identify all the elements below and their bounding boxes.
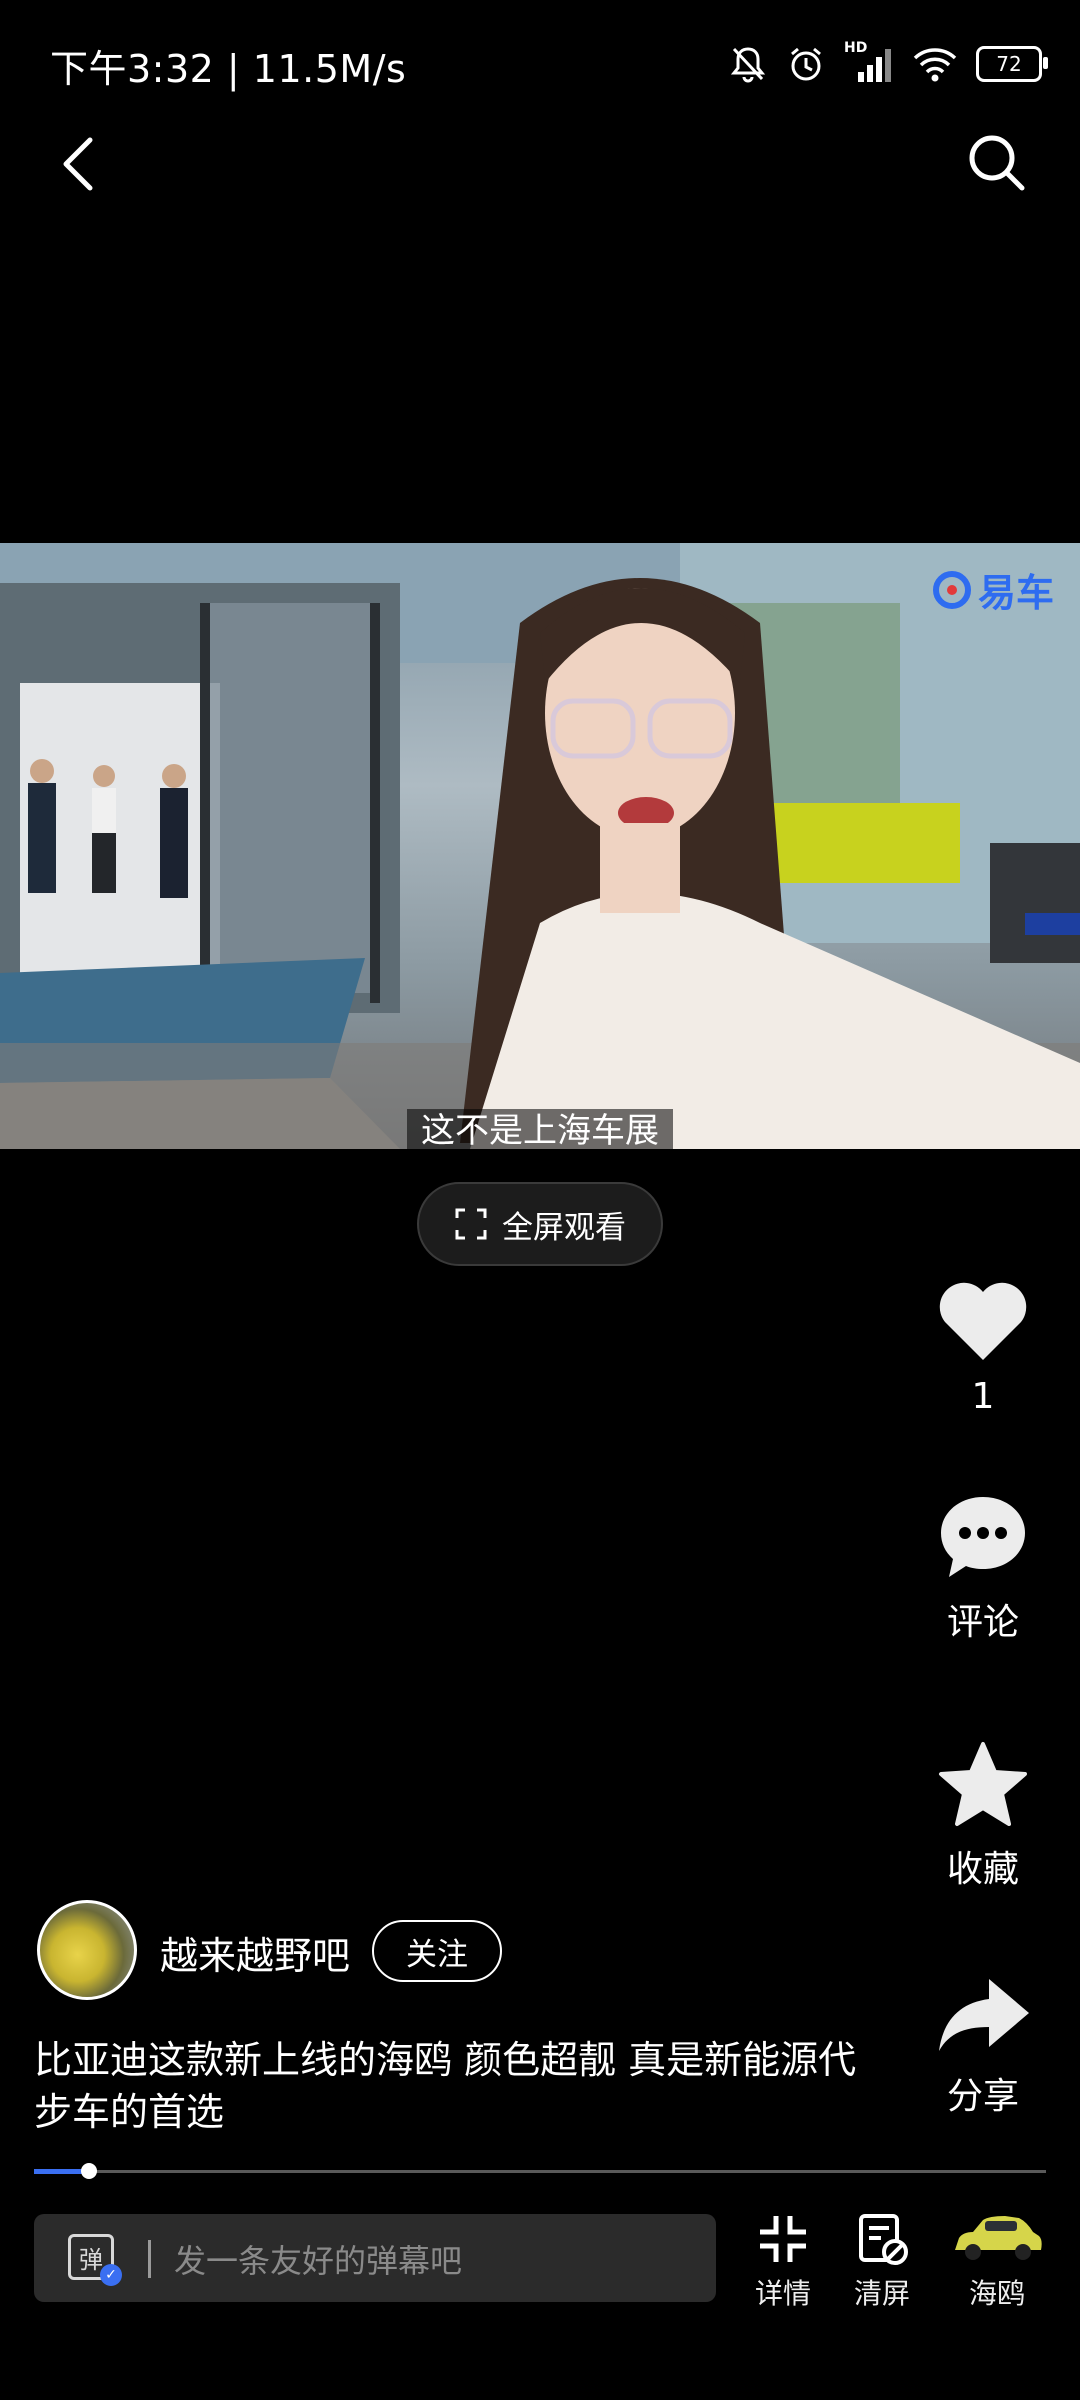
- watermark-text: 易车: [977, 571, 1054, 615]
- car-model-label: 海鸥: [968, 2277, 1025, 2310]
- battery-icon: 72: [976, 46, 1048, 82]
- fullscreen-button[interactable]: 全屏观看: [417, 1182, 663, 1266]
- favorite-button[interactable]: 收藏: [910, 1740, 1056, 1892]
- author-avatar[interactable]: [37, 1900, 137, 2000]
- video-player[interactable]: [0, 543, 1080, 1149]
- battery-level: 72: [996, 52, 1022, 76]
- wifi-icon: [913, 48, 957, 82]
- search-button[interactable]: [964, 130, 1028, 194]
- signal-icon: HD: [844, 40, 894, 84]
- back-chevron-icon: [63, 137, 93, 191]
- search-icon: [969, 135, 1025, 191]
- clear-screen-icon: [859, 2214, 908, 2265]
- bell-muted-icon: [730, 47, 766, 83]
- follow-label: 关注: [406, 1936, 468, 1973]
- status-time: 下午3:32 | 11.5M/s: [50, 47, 407, 91]
- like-button[interactable]: 1: [910, 1280, 1056, 1417]
- danmaku-icon-text: 弹: [79, 2245, 103, 2274]
- comment-bubble-icon: [941, 1497, 1025, 1577]
- comment-label: 评论: [946, 1602, 1019, 1643]
- fullscreen-icon: [455, 1208, 487, 1240]
- fullscreen-label: 全屏观看: [502, 1209, 626, 1246]
- progress-knob[interactable]: [81, 2163, 97, 2179]
- progress-track[interactable]: [34, 2170, 1046, 2173]
- alarm-icon: [791, 47, 821, 81]
- clear-screen-label: 清屏: [853, 2277, 910, 2310]
- clear-screen-button[interactable]: 清屏: [832, 2212, 932, 2312]
- yiche-logo-icon: [932, 570, 971, 609]
- video-frame: [0, 543, 1080, 1149]
- star-icon: [939, 1742, 1027, 1826]
- input-cursor: [148, 2240, 151, 2278]
- video-subtitle: 这不是上海车展: [0, 1103, 1080, 1153]
- car-model-button[interactable]: 海鸥: [946, 2212, 1048, 2312]
- subtitle-text: 这不是上海车展: [407, 1109, 673, 1153]
- details-label: 详情: [754, 2277, 811, 2310]
- heart-icon: [939, 1282, 1027, 1360]
- video-caption: 比亚迪这款新上线的海鸥 颜色超靓 真是新能源代步车的首选: [34, 2038, 857, 2134]
- share-arrow-icon: [939, 1979, 1029, 2051]
- collapse-arrows-icon: [760, 2216, 806, 2262]
- car-thumbnail-icon: [955, 2216, 1042, 2260]
- follow-button[interactable]: 关注: [372, 1920, 502, 1982]
- share-button[interactable]: 分享: [910, 1975, 1056, 2119]
- comment-button[interactable]: 评论: [910, 1493, 1056, 1645]
- like-count: 1: [971, 1376, 995, 1417]
- video-watermark: 易车: [932, 562, 1054, 617]
- danmaku-placeholder[interactable]: 发一条友好的弹幕吧: [174, 2236, 462, 2282]
- status-icons: HD 72: [728, 38, 1048, 90]
- danmaku-check-icon: ✓: [100, 2264, 122, 2286]
- back-button[interactable]: [56, 132, 100, 196]
- share-label: 分享: [946, 2076, 1019, 2117]
- author-name[interactable]: 越来越野吧: [160, 1925, 350, 1980]
- favorite-label: 收藏: [946, 1849, 1019, 1890]
- details-button[interactable]: 详情: [733, 2212, 833, 2312]
